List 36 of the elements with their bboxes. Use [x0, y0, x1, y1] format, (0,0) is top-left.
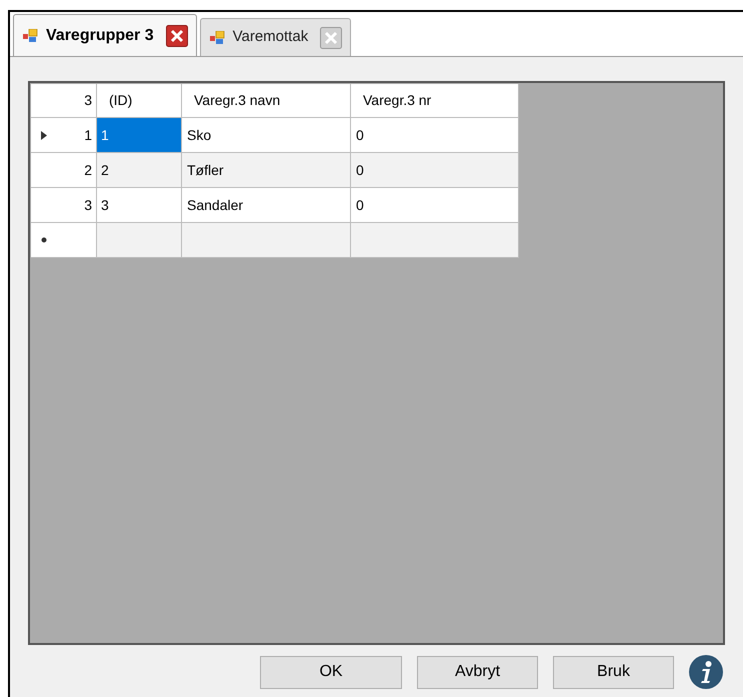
row-number: 2: [84, 160, 92, 180]
table-cell[interactable]: 0: [351, 188, 519, 223]
table-cell[interactable]: [351, 223, 519, 258]
row-count-header: 3: [31, 84, 97, 118]
table-cell[interactable]: 1: [97, 118, 182, 153]
row-header[interactable]: 2: [31, 153, 97, 188]
table-cell[interactable]: [97, 223, 182, 258]
tab[interactable]: Varemottak: [200, 18, 352, 56]
window-icon: [22, 28, 38, 42]
tab-label: Varemottak: [232, 27, 308, 48]
table-cell[interactable]: Tøfler: [182, 153, 351, 188]
row-header[interactable]: 3: [31, 188, 97, 223]
column-header[interactable]: Varegr.3 navn: [182, 84, 351, 118]
table-cell[interactable]: Sandaler: [182, 188, 351, 223]
close-icon[interactable]: [166, 24, 188, 46]
table-cell[interactable]: 0: [351, 153, 519, 188]
table-cell[interactable]: 2: [97, 153, 182, 188]
dialog-button[interactable]: Bruk: [553, 656, 674, 688]
tab-label: Varegrupper 3: [46, 26, 154, 46]
row-header[interactable]: 1: [31, 118, 97, 153]
table-cell[interactable]: [182, 223, 351, 258]
table-cell[interactable]: 0: [351, 118, 519, 153]
table-cell[interactable]: Sko: [182, 118, 351, 153]
dialog-button[interactable]: Avbryt: [417, 656, 538, 688]
row-number: 1: [84, 126, 92, 144]
row-header[interactable]: [31, 223, 97, 258]
current-row-icon: [41, 130, 47, 140]
new-row-icon: [41, 237, 47, 243]
table-cell[interactable]: 3: [97, 188, 182, 223]
dialog-button[interactable]: OK: [260, 656, 402, 688]
column-header[interactable]: Varegr.3 nr: [351, 84, 519, 118]
info-icon[interactable]: [689, 655, 723, 689]
tab[interactable]: Varegrupper 3: [13, 14, 197, 56]
row-number: 3: [84, 196, 92, 214]
column-header[interactable]: (ID): [97, 84, 182, 118]
window-icon: [208, 30, 225, 44]
